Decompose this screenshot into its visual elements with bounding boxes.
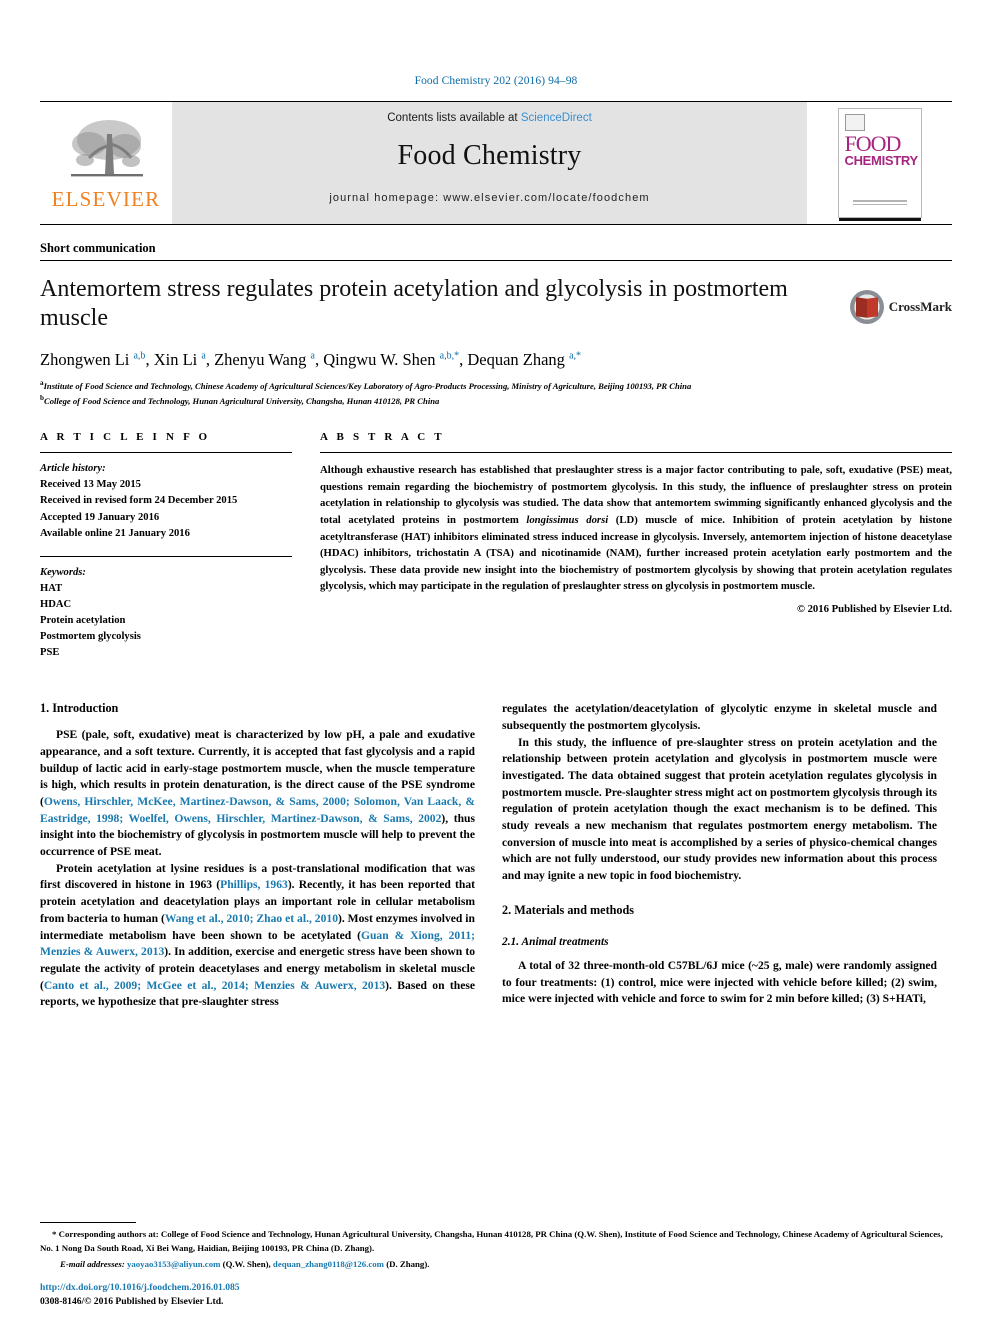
abstract-divider bbox=[320, 452, 952, 454]
email-note: E-mail addresses: yaoyao3153@aliyun.com … bbox=[40, 1258, 952, 1271]
contents-prefix: Contents lists available at bbox=[387, 112, 521, 124]
affiliation-a: aInstitute of Food Science and Technolog… bbox=[40, 378, 952, 392]
body-columns: 1. Introduction PSE (pale, soft, exudati… bbox=[40, 701, 952, 1011]
elsevier-tree-icon bbox=[71, 120, 143, 177]
keyword-item: Protein acetylation bbox=[40, 614, 126, 626]
info-abstract-row: A R T I C L E I N F O Article history: R… bbox=[40, 431, 952, 661]
column-right: regulates the acetylation/deacetylation … bbox=[502, 701, 937, 1011]
journal-homepage[interactable]: journal homepage: www.elsevier.com/locat… bbox=[329, 192, 649, 204]
crossmark-label: CrossMark bbox=[888, 299, 952, 314]
email-owner-1: (Q.W. Shen), bbox=[222, 1258, 271, 1269]
column-left: 1. Introduction PSE (pale, soft, exudati… bbox=[40, 701, 475, 1011]
journal-masthead: ELSEVIER Contents lists available at Sci… bbox=[40, 101, 952, 225]
affiliation-b: bCollege of Food Science and Technology,… bbox=[40, 393, 952, 407]
masthead-center: Contents lists available at ScienceDirec… bbox=[172, 102, 807, 224]
issn-copyright-line: 0308-8146/© 2016 Published by Elsevier L… bbox=[40, 1296, 224, 1307]
doi-link[interactable]: http://dx.doi.org/10.1016/j.foodchem.201… bbox=[40, 1282, 952, 1293]
corresponding-text: Corresponding authors at: College of Foo… bbox=[40, 1229, 943, 1253]
footnote-divider bbox=[40, 1222, 136, 1224]
section-2-1-heading: 2.1. Animal treatments bbox=[502, 935, 609, 948]
keywords-label: Keywords: bbox=[40, 566, 86, 578]
contents-line: Contents lists available at ScienceDirec… bbox=[387, 112, 592, 124]
page-title: Antemortem stress regulates protein acet… bbox=[40, 276, 788, 331]
section-2-heading: 2. Materials and methods bbox=[502, 902, 635, 917]
paragraph-1-1: PSE (pale, soft, exudative) meat is char… bbox=[40, 727, 475, 861]
cover-image: FOOD CHEMISTRY bbox=[837, 108, 922, 221]
keyword-item: HDAC bbox=[40, 598, 72, 610]
paragraph-2-continuation: regulates the acetylation/deacetylation … bbox=[502, 702, 937, 732]
doi-block: http://dx.doi.org/10.1016/j.foodchem.201… bbox=[40, 1282, 952, 1307]
abstract-text: Although exhaustive research has establi… bbox=[320, 464, 952, 593]
citation-link[interactable]: Owens, Hirschler, McKee, Martinez-Dawson… bbox=[40, 795, 475, 825]
cover-logo-box bbox=[844, 114, 865, 131]
article-history: Article history: Received 13 May 2015 Re… bbox=[40, 461, 292, 541]
article-info-divider bbox=[40, 452, 292, 454]
paper-page: Food Chemistry 202 (2016) 94–98 ELSEVIER… bbox=[0, 0, 992, 1323]
cover-bottom-bar bbox=[838, 218, 921, 221]
citation-link[interactable]: Canto et al., 2009; McGee et al., 2014; … bbox=[44, 979, 385, 992]
journal-cover-thumbnail: FOOD CHEMISTRY bbox=[807, 102, 952, 224]
email-owner-2: (D. Zhang). bbox=[386, 1258, 430, 1269]
corresponding-author-note: * Corresponding authors at: College of F… bbox=[40, 1228, 952, 1254]
history-item: Received in revised form 24 December 201… bbox=[40, 495, 238, 507]
paragraph-2-1-1: A total of 32 three-month-old C57BL/6J m… bbox=[502, 958, 937, 1006]
email-link-1[interactable]: yaoyao3153@aliyun.com bbox=[127, 1259, 220, 1269]
paragraph-2-2: In this study, the influence of pre-slau… bbox=[502, 735, 937, 883]
footnote-block: * Corresponding authors at: College of F… bbox=[40, 1222, 952, 1271]
article-type-label: Short communication bbox=[40, 241, 156, 255]
keywords-divider bbox=[40, 555, 292, 557]
journal-title: Food Chemistry bbox=[397, 140, 582, 171]
section-1-heading: 1. Introduction bbox=[40, 701, 119, 716]
affiliation-text-b: College of Food Science and Technology, … bbox=[43, 395, 440, 406]
email-label: E-mail addresses: bbox=[60, 1258, 125, 1269]
publisher-logo: ELSEVIER bbox=[40, 102, 172, 224]
article-info-heading: A R T I C L E I N F O bbox=[40, 431, 211, 444]
keywords-block: Keywords: HAT HDAC Protein acetylation P… bbox=[40, 565, 292, 662]
abstract-panel: A B S T R A C T Although exhaustive rese… bbox=[320, 431, 952, 661]
history-item: Accepted 19 January 2016 bbox=[40, 511, 160, 523]
header-divider bbox=[40, 260, 952, 261]
history-item: Received 13 May 2015 bbox=[40, 479, 141, 491]
running-head: Food Chemistry 202 (2016) 94–98 bbox=[414, 75, 578, 87]
corresponding-mark: * bbox=[52, 1229, 57, 1240]
keyword-item: Postmortem glycolysis bbox=[40, 631, 141, 643]
article-history-label: Article history: bbox=[40, 463, 106, 475]
cover-title-line2: CHEMISTRY bbox=[844, 153, 919, 168]
cover-footer-lines bbox=[852, 200, 907, 207]
abstract-heading: A B S T R A C T bbox=[320, 431, 445, 444]
crossmark-badge[interactable]: CrossMark bbox=[849, 290, 952, 324]
keyword-item: PSE bbox=[40, 647, 60, 659]
author-list: Zhongwen Li a,b, Xin Li a, Zhenyu Wang a… bbox=[40, 349, 582, 369]
sciencedirect-link[interactable]: ScienceDirect bbox=[521, 112, 592, 124]
abstract-copyright: © 2016 Published by Elsevier Ltd. bbox=[796, 602, 952, 615]
citation-link[interactable]: Wang et al., 2010; Zhao et al., 2010 bbox=[165, 912, 338, 925]
abstract-italic-term: longissimus dorsi bbox=[526, 513, 609, 526]
crossmark-icon bbox=[849, 290, 884, 324]
citation-link[interactable]: Phillips, 1963 bbox=[220, 878, 288, 891]
history-item: Available online 21 January 2016 bbox=[40, 527, 190, 539]
article-info-panel: A R T I C L E I N F O Article history: R… bbox=[40, 431, 292, 661]
elsevier-wordmark: ELSEVIER bbox=[51, 187, 161, 211]
email-link-2[interactable]: dequan_zhang0118@126.com bbox=[273, 1259, 384, 1269]
affiliation-text-a: Institute of Food Science and Technology… bbox=[43, 380, 692, 391]
paragraph-1-2: Protein acetylation at lysine residues i… bbox=[40, 861, 475, 1011]
keyword-item: HAT bbox=[40, 582, 63, 594]
